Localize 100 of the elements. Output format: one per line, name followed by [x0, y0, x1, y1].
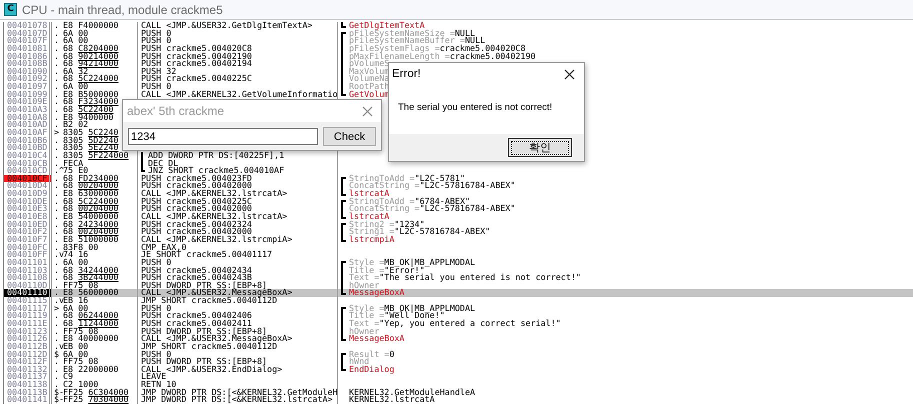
address-cell: 00401090 [4, 68, 52, 76]
jump-mark: . [54, 320, 60, 328]
address-cell: 00401115 [4, 297, 52, 305]
serial-input[interactable]: 1234 [128, 128, 318, 145]
hex-cell: C9 [63, 373, 74, 382]
code-row[interactable]: 0040112F . FF75 08 PUSH DWORD PTR SS:[EBP+8] hWnd [4, 358, 913, 366]
code-row[interactable]: 00401101 . 6A 00 PUSH 0 Style =MB_OK|MB_APPLMODAL [4, 258, 913, 266]
address-cell: 00401086 [4, 52, 52, 60]
hex-cell: 8305 5F224000 [63, 152, 129, 160]
address-cell: 004010AF [4, 128, 52, 137]
hex-cell: 68 5C22400 [63, 106, 114, 114]
hex-cell: FF25 70304000 [63, 396, 129, 404]
code-row[interactable]: 0040111E . 68 11244000 PUSH crackme5.00402411 Text ="Yep, you entered a correct serial!" [4, 320, 913, 328]
jump-mark: . [54, 174, 60, 182]
comment-cell: KERNEL32.lstrcatA [349, 396, 435, 404]
jump-mark: .^ [54, 167, 63, 175]
code-row[interactable]: 00401081 . 68 C8204000 PUSH crackme5.004020C8 pFileSystemFlags =crackme5.004020C8 [4, 44, 913, 53]
jump-mark: . [54, 244, 60, 252]
jump-mark: . [54, 258, 60, 267]
ok-button[interactable]: 확인 [508, 138, 572, 157]
code-row[interactable]: 004010E3 . 68 00204000 PUSH crackme5.00402000 ConcatString ="L2C-57816784-ABEX" [4, 205, 913, 214]
comment-cell: pVolumeS [349, 60, 390, 68]
code-row[interactable]: 00401117 > 6A 00 PUSH 0 Style =MB_OK|MB_APPLMODAL [4, 304, 913, 312]
hex-cell: E8 F4000000 [63, 22, 118, 30]
code-row[interactable]: 004010D4 . 68 00204000 PUSH crackme5.00402000 ConcatString ="L2C-57816784-ABEX" [4, 182, 913, 190]
jump-mark: . [54, 190, 60, 198]
comment-cell: Title ="Error!" [349, 266, 425, 274]
code-row[interactable]: 00401103 . 68 34244000 PUSH crackme5.00402434 Title ="Error!" [4, 266, 913, 274]
jump-mark: . [54, 90, 60, 98]
code-row[interactable]: 0040113B $-FF25 6C304000 JMP DWORD PTR DS:[<&KERNEL32.GetModuleH KERNEL32.GetModuleHandleA [4, 388, 913, 396]
address-cell: 00401099 [4, 90, 52, 98]
code-row[interactable]: 00401132 . E8 22000000 CALL <JMP.&USER32.EndDialog> EndDialog [4, 366, 913, 374]
disasm-cell: PUSH crackme5.00402324 [141, 220, 252, 228]
jump-mark: . [54, 220, 60, 228]
comment-cell: VolumeNa [349, 75, 390, 84]
code-row[interactable]: 00401110 . E8 56000000 CALL <JMP.&USER32.MessageBoxA> MessageBoxA [4, 289, 913, 298]
close-icon[interactable] [564, 68, 575, 80]
hex-cell: FF25 6C304000 [63, 388, 129, 396]
dialog-title: abex' 5th crackme [127, 104, 224, 118]
address-cell: 0040112B [4, 342, 52, 351]
code-row[interactable]: 0040108B . 68 94214000 PUSH crackme5.00402194 pVolumeS [4, 60, 913, 68]
address-cell: 004010A3 [4, 106, 52, 114]
code-row[interactable]: 00401078 . E8 F4000000 CALL <JMP.&USER32.GetDlgItemTextA> GetDlgItemTextA [4, 22, 913, 30]
code-row[interactable]: 00401137 . C9 LEAVE [4, 373, 913, 382]
code-row[interactable]: 00401123 . FF75 08 PUSH DWORD PTR SS:[EBP+8] hOwner [4, 328, 913, 336]
comment-cell: pFileSystemNameBuffer =NULL [349, 37, 486, 45]
code-row[interactable]: 0040107F . 6A 00 PUSH 0 pFileSystemNameBuffer =NULL [4, 37, 913, 45]
disasm-cell: CALL <JMP.&KERNEL32.GetVolumeInformatio [141, 90, 338, 98]
address-cell: 004010E8 [4, 213, 52, 221]
code-row[interactable]: 00401126 . E8 40000000 CALL <JMP.&USER32.MessageBoxA> MessageBoxA [4, 335, 913, 343]
code-row[interactable]: 0040112B .vEB 00 JMP SHORT crackme5.0040112D [4, 342, 913, 351]
code-row[interactable]: 004010CF . 68 FD234000 PUSH crackme5.004023FD StringToAdd ="L2C-5781" [4, 174, 913, 182]
code-row[interactable]: 00401138 . C2 1000 RETN 10 [4, 381, 913, 389]
jump-mark: $- [54, 388, 63, 396]
address-cell: 004010A8 [4, 114, 52, 122]
hex-cell: 83F8 00 [63, 244, 98, 252]
code-row[interactable]: 004010F2 . 68 00204000 PUSH crackme5.00402000 String1 ="L2C-57816784-ABEX" [4, 228, 913, 236]
jump-mark: .v [54, 297, 63, 305]
address-cell: 0040112F [4, 358, 52, 366]
code-row[interactable]: 004010CB . FECA DEC DL [4, 160, 913, 168]
code-row[interactable]: 004010FF .v74 16 JE SHORT crackme5.00401117 [4, 251, 913, 259]
code-row[interactable]: 00401119 . 68 06244000 PUSH crackme5.00402406 Title ="Well Done!" [4, 312, 913, 320]
jump-mark: . [54, 328, 60, 336]
comment-cell: Style =MB_OK|MB_APPLMODAL [349, 258, 476, 267]
comment-cell: ConcatString ="L2C-57816784-ABEX" [349, 205, 516, 214]
disasm-cell: PUSH crackme5.0040225C [141, 75, 252, 84]
comment-cell: ConcatString ="L2C-57816784-ABEX" [349, 182, 516, 190]
code-row[interactable]: 004010DE . 68 5C224000 PUSH crackme5.0040225C StringToAdd ="6784-ABEX" [4, 198, 913, 206]
address-cell: 0040113B [4, 388, 52, 396]
jump-mark: . [54, 213, 60, 221]
jump-mark: . [54, 289, 60, 298]
code-row[interactable]: 004010ED . 68 24234000 PUSH crackme5.00402324 String2 ="1234" [4, 220, 913, 228]
address-cell: 00401108 [4, 274, 52, 282]
code-row[interactable]: 004010D9 . E8 63000000 CALL <JMP.&KERNEL32.lstrcatA> lstrcatA [4, 190, 913, 198]
comment-cell: KERNEL32.GetModuleHandleA [349, 388, 476, 396]
address-cell: 004010C4 [4, 152, 52, 160]
comment-cell: StringToAdd ="L2C-5781" [349, 174, 465, 182]
check-button[interactable]: Check [323, 127, 376, 146]
code-row[interactable]: 0040112D $ 6A 00 PUSH 0 Result =0 [4, 350, 913, 358]
address-cell: 004010B6 [4, 136, 52, 144]
jump-mark: . [54, 106, 60, 114]
hex-cell: E8 40000000 [63, 335, 118, 343]
disasm-cell: CALL <JMP.&USER32.MessageBoxA> [141, 335, 292, 343]
comment-cell: Text ="The serial you entered is not correct!" [349, 274, 581, 282]
disasm-cell: PUSH crackme5.00402000 [141, 182, 252, 190]
jump-mark: . [54, 160, 60, 168]
code-row[interactable]: 0040107D . 6A 00 PUSH 0 pFileSystemNameSize =NULL [4, 30, 913, 38]
code-row[interactable]: 004010E8 . E8 54000000 CALL <JMP.&KERNEL32.lstrcatA> lstrcatA [4, 213, 913, 221]
code-row[interactable]: 00401108 . 68 3B244000 PUSH crackme5.0040243B Text ="The serial you entered is not correct!" [4, 274, 913, 282]
code-row[interactable]: 00401086 . 68 90214000 PUSH crackme5.00402190 pMaxFilenameLength =crackme5.00402190 [4, 52, 913, 60]
code-row[interactable]: 00401141 $-FF25 70304000 JMP DWORD PTR DS:[<&KERNEL32.lstrcatA> KERNEL32.lstrcatA [4, 396, 913, 404]
jump-mark: . [54, 75, 60, 84]
jump-mark: > [54, 304, 60, 312]
disasm-cell: PUSH crackme5.00402194 [141, 60, 252, 68]
code-row[interactable]: 00401115 .vEB 16 JMP SHORT crackme5.0040112D [4, 297, 913, 305]
code-row[interactable]: 004010F7 . E8 51000000 CALL <JMP.&KERNEL32.lstrcmpiA> lstrcmpiA [4, 236, 913, 244]
disasm-cell: PUSH crackme5.00402434 [141, 266, 252, 274]
address-cell: 004010BD [4, 144, 52, 152]
code-row[interactable]: 00401097 . 6A 00 PUSH 0 RootPath [4, 83, 913, 91]
code-row[interactable]: 004010FC . 83F8 00 CMP EAX,0 [4, 244, 913, 252]
